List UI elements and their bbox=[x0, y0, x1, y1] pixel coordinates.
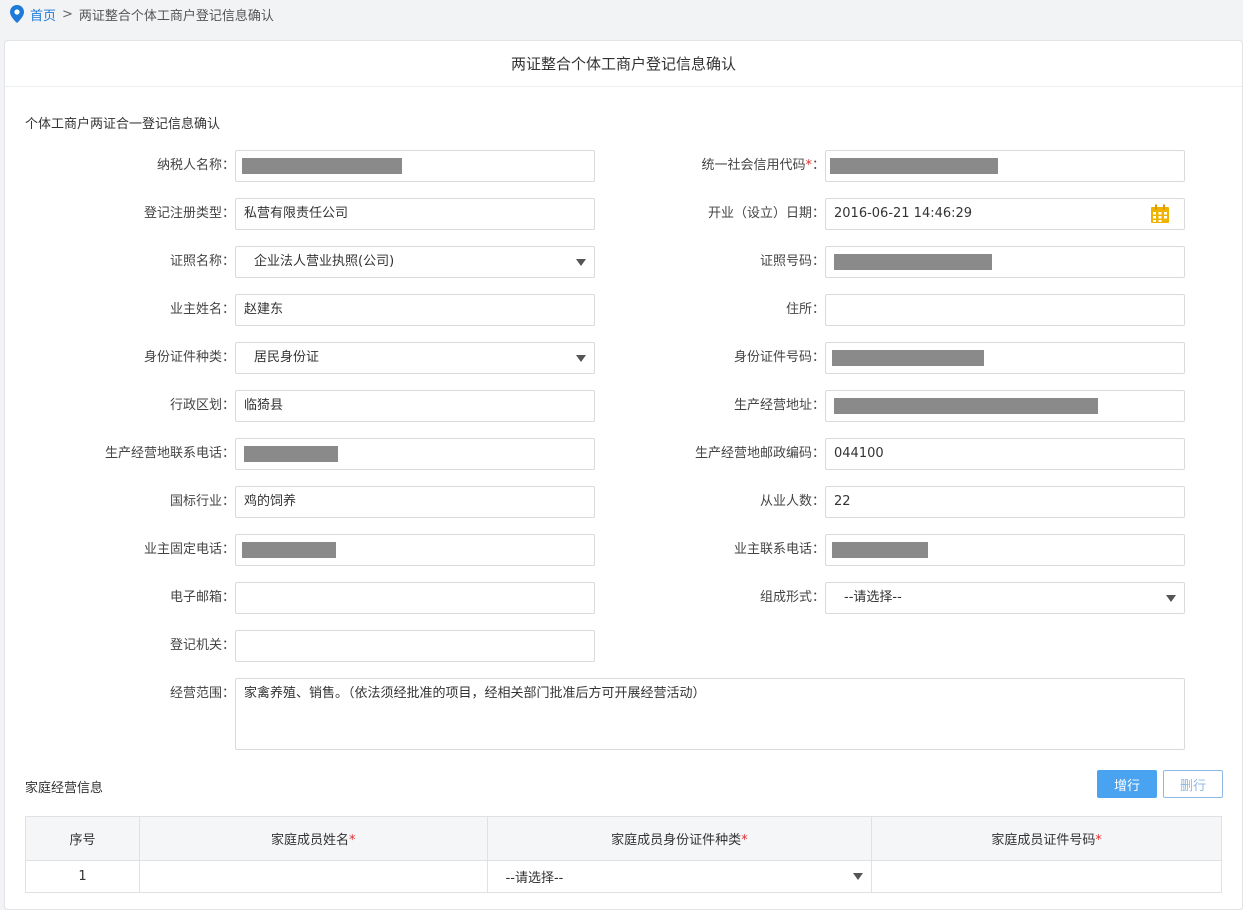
label-owner-landline: 业主固定电话： bbox=[143, 542, 235, 557]
id-no-field[interactable] bbox=[825, 342, 1185, 374]
family-table: 序号 家庭成员姓名* 家庭成员身份证件种类* 家庭成员证件号码* 1 --请选择… bbox=[25, 816, 1222, 893]
section-title-family: 家庭经营信息 bbox=[25, 781, 104, 796]
license-name-select[interactable]: 企业法人营业执照(公司) bbox=[235, 246, 595, 278]
redacted-value bbox=[242, 158, 402, 174]
label-industry: 国标行业： bbox=[169, 494, 235, 509]
column-header-id-type: 家庭成员身份证件种类* bbox=[486, 816, 873, 861]
owner-name-field[interactable]: 赵建东 bbox=[235, 294, 595, 326]
label-biz-phone: 生产经营地联系电话： bbox=[104, 446, 235, 461]
label-owner-name: 业主姓名： bbox=[169, 302, 235, 317]
label-district: 行政区划： bbox=[169, 398, 235, 413]
label-owner-mobile: 业主联系电话： bbox=[733, 542, 825, 557]
biz-phone-field[interactable] bbox=[235, 438, 595, 470]
label-scope: 经营范围： bbox=[169, 686, 235, 701]
main-panel: 两证整合个体工商户登记信息确认 个体工商户两证合一登记信息确认 纳税人名称： 统… bbox=[4, 40, 1243, 910]
label-reg-authority: 登记机关： bbox=[169, 638, 235, 653]
owner-mobile-field[interactable] bbox=[825, 534, 1185, 566]
column-header-id-no: 家庭成员证件号码* bbox=[871, 816, 1222, 861]
label-license-no: 证照号码： bbox=[759, 254, 825, 269]
id-type-select[interactable]: 居民身份证 bbox=[235, 342, 595, 374]
org-form-value: --请选择-- bbox=[844, 590, 902, 605]
breadcrumb-current: 两证整合个体工商户登记信息确认 bbox=[78, 8, 274, 24]
credit-code-field[interactable] bbox=[825, 150, 1185, 182]
label-biz-postcode: 生产经营地邮政编码： bbox=[694, 446, 825, 461]
scope-textarea[interactable]: 家禽养殖、销售。（依法须经批准的项目，经相关部门批准后方可开展经营活动） bbox=[235, 678, 1185, 750]
location-pin-icon bbox=[10, 5, 24, 23]
column-header-name: 家庭成员姓名* bbox=[138, 816, 488, 861]
id-type-value: 居民身份证 bbox=[254, 350, 320, 365]
email-field[interactable] bbox=[235, 582, 595, 614]
redacted-value bbox=[830, 158, 998, 174]
reg-type-field[interactable]: 私营有限责任公司 bbox=[235, 198, 595, 230]
industry-field[interactable]: 鸡的饲养 bbox=[235, 486, 595, 518]
open-date-field[interactable]: 2016-06-21 14:46:29 bbox=[825, 198, 1185, 230]
redacted-value bbox=[834, 398, 1098, 414]
add-row-button[interactable]: 增行 bbox=[1097, 770, 1157, 798]
employees-field[interactable]: 22 bbox=[825, 486, 1185, 518]
member-id-type-select[interactable]: --请选择-- bbox=[486, 860, 873, 893]
biz-address-field[interactable] bbox=[825, 390, 1185, 422]
label-taxpayer-name: 纳税人名称： bbox=[156, 158, 235, 173]
label-org-form: 组成形式： bbox=[759, 590, 825, 605]
member-id-no-input[interactable] bbox=[871, 860, 1222, 893]
chevron-down-icon bbox=[853, 873, 864, 880]
reg-authority-field[interactable] bbox=[235, 630, 595, 662]
redacted-value bbox=[832, 542, 928, 558]
breadcrumb-separator: > bbox=[62, 6, 73, 22]
chevron-down-icon bbox=[1166, 595, 1176, 602]
redacted-value bbox=[834, 254, 992, 270]
redacted-value bbox=[242, 542, 336, 558]
org-form-select[interactable]: --请选择-- bbox=[825, 582, 1185, 614]
label-id-type: 身份证件种类： bbox=[143, 350, 235, 365]
biz-postcode-field[interactable]: 044100 bbox=[825, 438, 1185, 470]
column-header-index: 序号 bbox=[25, 816, 140, 861]
district-field[interactable]: 临猗县 bbox=[235, 390, 595, 422]
redacted-value bbox=[244, 446, 338, 462]
label-open-date: 开业（设立）日期： bbox=[707, 206, 825, 221]
calendar-icon[interactable] bbox=[1150, 204, 1170, 224]
table-row: 1 --请选择-- bbox=[25, 860, 1222, 893]
table-header-row: 序号 家庭成员姓名* 家庭成员身份证件种类* 家庭成员证件号码* bbox=[25, 816, 1222, 861]
member-name-input[interactable] bbox=[138, 860, 488, 893]
owner-landline-field[interactable] bbox=[235, 534, 595, 566]
label-credit-code: 统一社会信用代码*： bbox=[701, 158, 825, 173]
section-title-registration: 个体工商户两证合一登记信息确认 bbox=[25, 117, 221, 132]
license-name-value: 企业法人营业执照(公司) bbox=[254, 254, 395, 269]
open-date-value: 2016-06-21 14:46:29 bbox=[834, 206, 973, 221]
member-id-type-value: --请选择-- bbox=[505, 871, 564, 886]
breadcrumb: 首页 > 两证整合个体工商户登记信息确认 bbox=[10, 0, 274, 28]
page-title: 两证整合个体工商户登记信息确认 bbox=[5, 41, 1242, 87]
label-id-no: 身份证件号码： bbox=[733, 350, 825, 365]
label-employees: 从业人数： bbox=[759, 494, 825, 509]
label-reg-type: 登记注册类型： bbox=[143, 206, 235, 221]
breadcrumb-home-link[interactable]: 首页 bbox=[30, 5, 56, 24]
residence-field[interactable] bbox=[825, 294, 1185, 326]
chevron-down-icon bbox=[576, 259, 586, 266]
delete-row-button[interactable]: 删行 bbox=[1163, 770, 1223, 798]
row-index: 1 bbox=[25, 860, 140, 893]
chevron-down-icon bbox=[576, 355, 586, 362]
label-biz-address: 生产经营地址： bbox=[733, 398, 825, 413]
label-email: 电子邮箱： bbox=[169, 590, 235, 605]
label-residence: 住所： bbox=[785, 302, 825, 317]
label-license-name: 证照名称： bbox=[169, 254, 235, 269]
taxpayer-name-field[interactable] bbox=[235, 150, 595, 182]
license-no-field[interactable] bbox=[825, 246, 1185, 278]
redacted-value bbox=[832, 350, 984, 366]
